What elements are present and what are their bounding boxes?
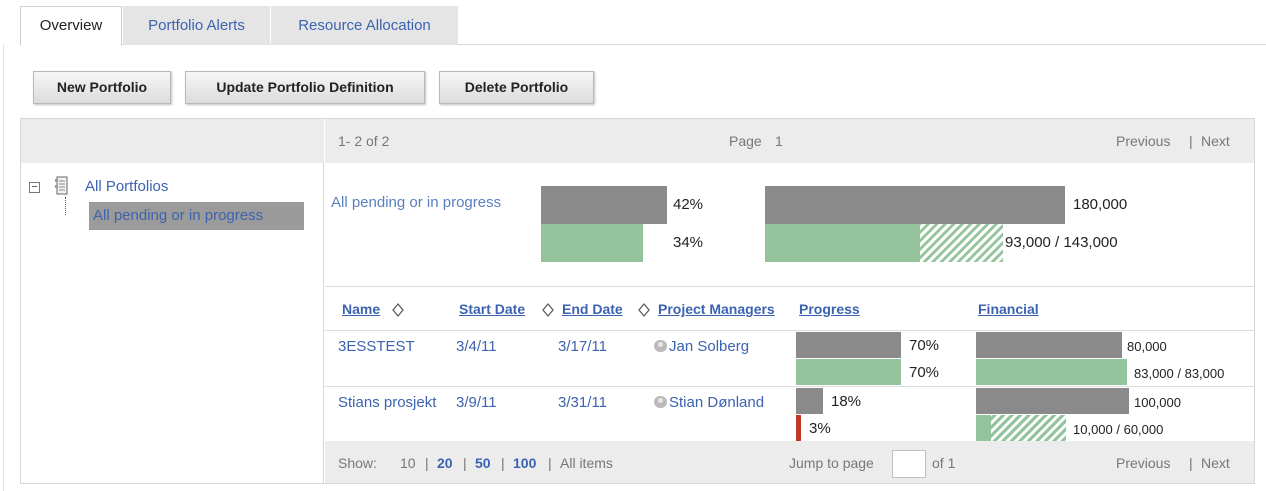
page-size-20[interactable]: 20 [437,455,453,471]
pager-divider: | [463,455,467,471]
tree-item-all-portfolios[interactable]: All Portfolios [85,178,168,195]
column-header-financial[interactable]: Financial [978,301,1039,317]
summary-progress-actual-value: 34% [673,234,704,251]
portfolio-details: 1- 2 of 2 Page 1 Previous | Next All pen… [325,119,1254,483]
row-divider [325,386,1254,387]
page-size-50[interactable]: 50 [475,455,491,471]
tree-item-all-pending[interactable]: All pending or in progress [89,202,304,230]
row-progress-planned-bar [796,388,823,414]
user-icon [654,340,667,352]
row-financial-budget-bar [976,332,1122,358]
page-size-10[interactable]: 10 [400,455,416,471]
delete-portfolio-button[interactable]: Delete Portfolio [439,71,594,104]
header-divider [325,330,1254,331]
row-progress-planned-bar [796,332,901,358]
tab-bar: Overview Portfolio Alerts Resource Alloc… [20,6,1266,46]
portfolio-folder-icon [55,176,68,195]
page-label: Page [729,133,762,149]
page-size-all[interactable]: All items [560,455,613,471]
portfolio-panel: − All Portfolios All pending or in progr… [20,118,1255,484]
show-label: Show: [338,455,377,471]
summary-progress-planned-bar [541,186,667,224]
summary-financial-budget-value: 180,000 [1073,196,1128,213]
row-financial-spent-bar [976,415,991,441]
tab-overview[interactable]: Overview [20,6,122,46]
tab-portfolio-alerts[interactable]: Portfolio Alerts [123,6,270,45]
column-header-name[interactable]: Name [342,301,380,317]
row-financial-budget-value: 80,000 [1127,339,1167,354]
page-count: of 1 [932,455,956,471]
sort-icon[interactable] [542,303,554,317]
portfolio-tree: − All Portfolios All pending or in progr… [21,119,324,483]
row-financial-spent-value: 10,000 / 60,000 [1073,422,1164,437]
row-progress-actual-bar [796,359,901,385]
previous-link[interactable]: Previous [1116,133,1170,149]
row-progress-actual-value: 70% [909,364,940,381]
new-portfolio-button[interactable]: New Portfolio [33,71,171,104]
row-progress-planned-value: 70% [909,337,940,354]
collapse-toggle-icon[interactable]: − [29,182,40,193]
update-portfolio-definition-button[interactable]: Update Portfolio Definition [185,71,425,104]
page-size-100[interactable]: 100 [513,455,536,471]
summary-financial-spent-bar [765,224,920,262]
pager-divider: | [548,455,552,471]
column-header-end-date[interactable]: End Date [562,301,623,317]
start-date: 3/9/11 [456,394,497,411]
next-link[interactable]: Next [1201,455,1230,471]
project-manager-name: Jan Solberg [669,338,750,355]
start-date: 3/4/11 [456,338,497,355]
previous-link[interactable]: Previous [1116,455,1170,471]
row-progress-planned-value: 18% [831,393,862,410]
project-name-link[interactable]: 3ESSTEST [338,338,415,355]
row-financial-spent-bar [976,359,1127,385]
frame-left-border [3,45,4,491]
sort-icon[interactable] [638,303,650,317]
project-manager-link[interactable]: Stian Dønland [654,394,764,411]
project-manager-name: Stian Dønland [669,394,765,411]
tree-connector [65,197,66,215]
next-link[interactable]: Next [1201,133,1230,149]
end-date: 3/17/11 [558,338,607,355]
end-date: 3/31/11 [558,394,607,411]
user-icon [654,396,667,408]
jump-to-page-input[interactable] [892,450,926,478]
summary-divider [325,286,1254,287]
pager-divider: | [1189,455,1193,471]
row-financial-budget-bar [976,388,1129,414]
column-header-project-managers[interactable]: Project Managers [658,301,775,317]
row-financial-budget-value: 100,000 [1134,395,1181,410]
pager-divider: | [1189,133,1193,149]
tree-header [21,119,324,163]
summary-portfolio-name[interactable]: All pending or in progress [331,194,501,211]
summary-financial-budget-bar [765,186,1065,224]
summary-progress-actual-bar [541,224,643,262]
column-header-start-date[interactable]: Start Date [459,301,525,317]
row-progress-actual-value: 3% [809,420,831,437]
project-name-link[interactable]: Stians prosjekt [338,394,436,411]
column-header-progress[interactable]: Progress [799,301,860,317]
row-progress-actual-bar [796,415,801,441]
page-number: 1 [775,133,783,149]
top-pager: 1- 2 of 2 Page 1 Previous | Next [325,119,1254,163]
pager-divider: | [501,455,505,471]
pager-range: 1- 2 of 2 [338,133,390,149]
sort-icon[interactable] [392,303,404,317]
bottom-pager: Show: 10 | 20 | 50 | 100 | All items Jum… [325,441,1254,483]
summary-progress-planned-value: 42% [673,196,704,213]
row-financial-spent-value: 83,000 / 83,000 [1134,366,1225,381]
jump-to-page-label: Jump to page [789,455,874,471]
project-manager-link[interactable]: Jan Solberg [654,338,749,355]
pager-divider: | [425,455,429,471]
tab-resource-allocation[interactable]: Resource Allocation [271,6,458,45]
summary-financial-spent-value: 93,000 / 143,000 [1005,234,1118,251]
